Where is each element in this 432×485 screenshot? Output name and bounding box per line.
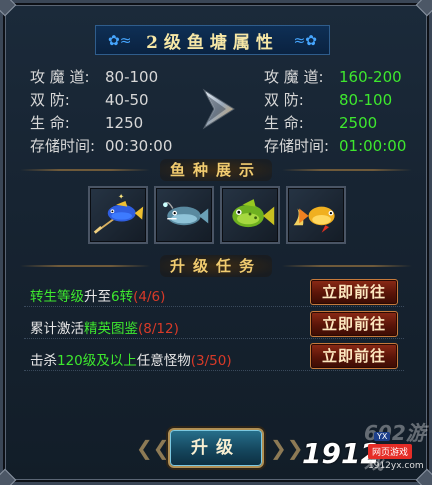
fish-section-title: 鱼种展示 bbox=[160, 159, 273, 181]
scroll-ornament-icon: ✿≈ bbox=[108, 33, 132, 49]
next-defense-value: 80-100 bbox=[339, 91, 393, 109]
task-section-header: 升级任务 bbox=[20, 254, 413, 278]
scroll-ornament-icon: ≈✿ bbox=[293, 33, 317, 49]
fish-slot-1[interactable]: ✦ bbox=[88, 186, 148, 244]
current-defense: 双 防: 40-50 bbox=[30, 91, 149, 109]
task-row-2: 累计激活精英图鉴(8/12) 立即前往 bbox=[24, 311, 404, 339]
wing-ornament-icon: ❮❮ bbox=[136, 436, 170, 460]
upgrade-button[interactable]: 升级 bbox=[168, 428, 264, 468]
go-now-button[interactable]: 立即前往 bbox=[310, 311, 398, 337]
divider bbox=[282, 169, 413, 171]
current-storage: 存储时间: 00:30:00 bbox=[30, 137, 173, 155]
current-hp-value: 1250 bbox=[105, 114, 144, 132]
task-description: 转生等级升至6转(4/6) bbox=[30, 289, 166, 305]
go-now-button[interactable]: 立即前往 bbox=[310, 343, 398, 369]
task-progress: (3/50) bbox=[190, 353, 232, 369]
svg-text:✦: ✦ bbox=[118, 192, 124, 201]
fish-slot-4[interactable] bbox=[286, 186, 346, 244]
current-attack: 攻 魔 道: 80-100 bbox=[30, 68, 159, 86]
task-description: 击杀120级及以上任意怪物(3/50) bbox=[30, 353, 232, 369]
corner-ornament bbox=[0, 0, 17, 17]
current-hp: 生 命: 1250 bbox=[30, 114, 144, 132]
blue-fish-icon: ✦ bbox=[93, 192, 144, 234]
next-defense: 双 防: 80-100 bbox=[264, 91, 393, 109]
go-now-button[interactable]: 立即前往 bbox=[310, 279, 398, 305]
divider bbox=[282, 265, 413, 267]
task-progress: (4/6) bbox=[133, 289, 166, 305]
corner-ornament bbox=[415, 0, 432, 17]
task-row-3: 击杀120级及以上任意怪物(3/50) 立即前往 bbox=[24, 343, 404, 371]
green-fish-icon bbox=[232, 199, 275, 228]
next-storage-value: 01:00:00 bbox=[339, 137, 407, 155]
task-progress: (8/12) bbox=[138, 321, 179, 337]
divider bbox=[20, 265, 150, 267]
fish-slot-2[interactable] bbox=[154, 186, 214, 244]
task-section-title: 升级任务 bbox=[160, 255, 273, 277]
watermark-badge: 网页游戏 bbox=[368, 444, 413, 459]
watermark-tag: YX bbox=[374, 432, 391, 441]
corner-ornament bbox=[0, 468, 17, 485]
next-attack-value: 160-200 bbox=[339, 68, 402, 86]
divider bbox=[20, 169, 150, 171]
task-description: 累计激活精英图鉴(8/12) bbox=[30, 321, 179, 337]
anglerfish-icon bbox=[163, 201, 209, 226]
page-title: 2级鱼塘属性 bbox=[146, 32, 279, 53]
current-defense-value: 40-50 bbox=[105, 91, 149, 109]
current-storage-value: 00:30:00 bbox=[105, 137, 173, 155]
fish-slot-3[interactable] bbox=[220, 186, 280, 244]
next-attack: 攻 魔 道: 160-200 bbox=[264, 68, 402, 86]
task-row-1: 转生等级升至6转(4/6) 立即前往 bbox=[24, 279, 404, 307]
watermark-site: 1912yx.com bbox=[368, 461, 424, 471]
title-bar: ✿≈ 2级鱼塘属性 ≈✿ bbox=[95, 25, 330, 55]
current-attack-value: 80-100 bbox=[105, 68, 159, 86]
site-watermark: 602游戏 1912 YX 网页游戏 1912yx.com bbox=[276, 411, 426, 481]
next-storage: 存储时间: 01:00:00 bbox=[264, 137, 407, 155]
upgrade-arrow-icon bbox=[202, 88, 235, 130]
fish-section-header: 鱼种展示 bbox=[20, 158, 413, 182]
next-hp-value: 2500 bbox=[339, 114, 378, 132]
goldfish-icon bbox=[293, 206, 335, 233]
next-hp: 生 命: 2500 bbox=[264, 114, 378, 132]
